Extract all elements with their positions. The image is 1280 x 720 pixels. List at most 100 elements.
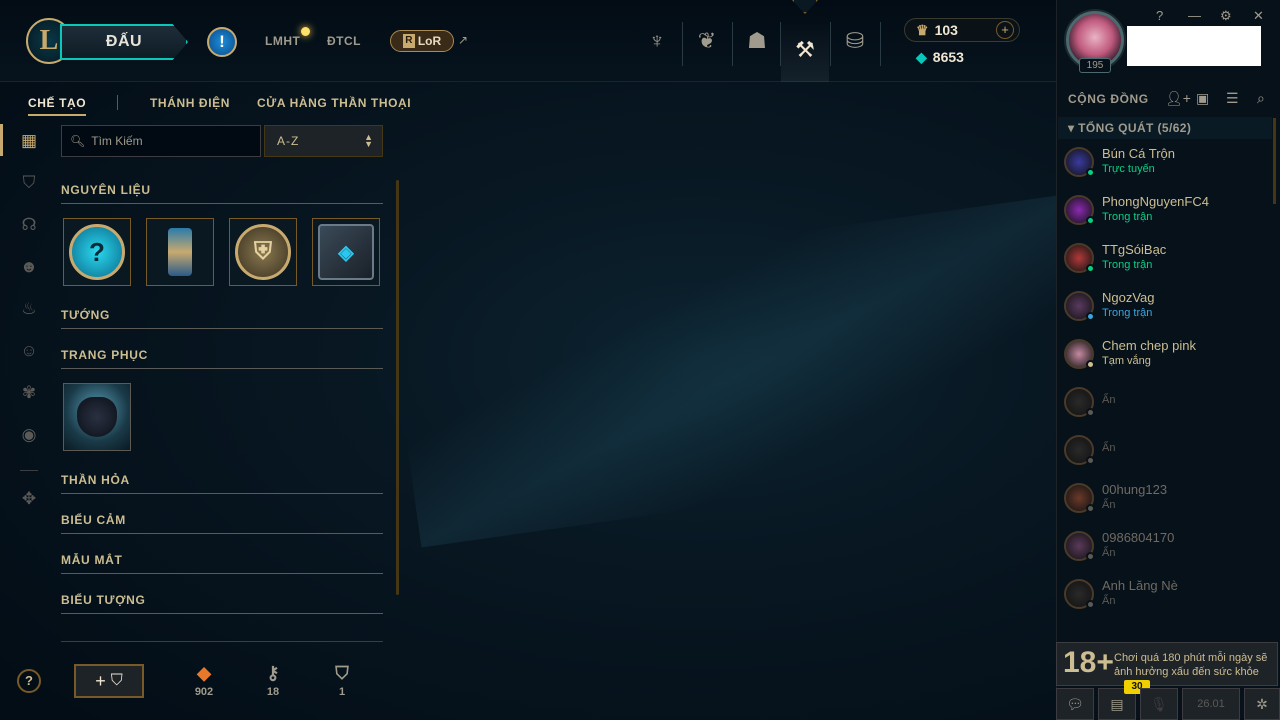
friend-row[interactable]: Anh Lăng Nè Ẩn [1060,576,1270,622]
key-fragment-tile[interactable] [146,218,214,286]
settings-gear-icon[interactable]: ⚙ [1220,8,1232,24]
section-skins: TRANG PHỤC [61,348,383,369]
skin-art-icon [77,397,117,437]
summoner-name-redacted [1127,26,1261,66]
help-icon[interactable]: ? [17,669,41,693]
ward-flame-icon[interactable]: ♨ [18,298,40,320]
sort-caret-icon: ▲ ▼ [364,132,374,149]
status-dot [1086,600,1095,609]
external-link-icon[interactable]: ↗ [458,33,468,47]
friend-row[interactable]: Ẩn [1060,432,1270,478]
section-wards: THẦN HỎA [61,473,383,494]
add-chest-button[interactable]: + ⛉ [74,664,144,698]
list-view-icon[interactable]: ☰ [1226,90,1239,107]
status-dot [1086,456,1095,465]
blue-essence-icon: ◆ [916,49,927,65]
friend-name: 00hung123 [1102,482,1168,497]
group-label: TỔNG QUÁT (5/62) [1078,121,1192,135]
chest-icon: ◈ [318,224,374,280]
friend-row[interactable]: NgozVag Trong trận [1060,288,1270,334]
help-window-icon[interactable]: ? [1156,8,1163,23]
tft-link[interactable]: ĐTCL [327,34,361,48]
rp-icon: ♛ [916,22,929,38]
friend-status: Ẩn [1102,394,1116,406]
inventory-divider [61,641,383,642]
notification-alert-icon[interactable]: ! [207,27,237,57]
friend-name: NgozVag [1102,290,1155,305]
orange-essence-value: 902 [194,686,214,698]
friend-list-scrollbar[interactable] [1273,118,1276,204]
mystery-item-tile[interactable]: ? [63,218,131,286]
tab-sanctum[interactable]: THÁNH ĐIỆN [150,96,230,110]
friend-row[interactable]: 0986804170 Ẩn [1060,528,1270,574]
friend-name: Anh Lăng Nè [1102,578,1178,593]
profile-icon[interactable]: ◉ [18,424,40,446]
chat-icon[interactable]: 💬︎ [1056,688,1094,720]
hextech-chest-tile[interactable]: ◈ [312,218,380,286]
trophy-icon[interactable]: ♆ [633,18,681,64]
close-icon[interactable]: ✕ [1253,8,1264,24]
rp-balance: ♛ 103 [916,22,958,39]
mystery-question-icon: ? [69,224,125,280]
sort-value: A-Z [277,134,300,148]
friend-status: Trong trận [1102,211,1153,223]
chest-icon[interactable]: ⛉ [18,172,40,194]
skin-shard-tile[interactable] [63,383,131,451]
chest-value: 1 [338,686,346,698]
friend-row[interactable]: Bún Cá Trộn Trực tuyến [1060,144,1270,190]
client-window: L ĐẤU ! LMHT ĐTCL R LoR ↗ ♆ ❦ ☗ ⚒ ⛁ ♛ 103 … [0,0,1280,720]
play-button[interactable]: ĐẤU [60,24,188,60]
rp-amount: 103 [934,22,958,38]
lor-button[interactable]: R LoR [390,30,454,52]
minimize-icon[interactable]: — [1188,8,1201,23]
chest-counter: ⛉ 1 [322,660,362,698]
inventory-scrollbar[interactable] [396,180,399,595]
chest-icon: ⛉ [110,672,123,689]
friend-group-header[interactable]: ▾ TỔNG QUÁT (5/62) [1058,117,1272,139]
be-balance: ◆ 8653 [916,49,964,66]
emote-face-icon[interactable]: ☺ [18,340,40,362]
section-materials: NGUYÊN LIỆU [61,183,383,204]
lor-label: LoR [417,34,442,48]
rail-divider [20,470,38,471]
subnav-divider [117,95,118,110]
friend-row[interactable]: TTgSóiBạc Trong trận [1060,240,1270,286]
bug-report-icon[interactable]: ✲ [1244,688,1280,720]
background-art [385,192,1115,548]
champion-capsule-tile[interactable]: ⛨ [229,218,297,286]
friend-status: Ẩn [1102,547,1116,559]
friend-status: Trong trận [1102,307,1153,319]
section-icons: BIỂU TƯỢNG [61,593,383,614]
loot-crafting-icon[interactable]: ⚒ [781,18,829,82]
skin-mask-icon[interactable]: ☻ [18,256,40,278]
tft-icon[interactable]: ☗ [733,18,781,64]
rail-active-indicator [0,124,3,156]
ranked-icon[interactable]: ❦ [683,18,731,64]
friend-row[interactable]: Chem chep pink Tạm vắng [1060,336,1270,382]
sort-dropdown[interactable]: A-Z ▲ ▼ [264,125,383,157]
key-value: 18 [266,686,280,698]
status-dot [1086,312,1095,321]
friend-row[interactable]: PhongNguyenFC4 Trong trận [1060,192,1270,238]
lmht-link[interactable]: LMHT [265,34,300,48]
search-icon[interactable]: ⌕ [1257,90,1265,107]
friend-row[interactable]: 00hung123 Ẩn [1060,480,1270,526]
add-folder-icon[interactable]: ▣ [1196,90,1209,107]
new-indicator-dot [301,27,310,36]
search-input[interactable]: 🔍︎ Tìm Kiếm [61,125,261,157]
tab-mythic-shop[interactable]: CỬA HÀNG THẦN THOẠI [257,96,411,110]
store-icon[interactable]: ⛁ [831,18,879,64]
eye-icon[interactable]: ✾ [18,382,40,404]
add-friend-icon[interactable]: 👤︎+ [1165,90,1191,107]
tft-item-icon[interactable]: ✥ [18,488,40,510]
buy-rp-button[interactable]: + [996,21,1014,39]
friend-status: Trong trận [1102,259,1153,271]
tab-crafting[interactable]: CHẾ TẠO [28,96,86,110]
friend-row[interactable]: Ẩn [1060,384,1270,430]
search-icon: 🔍︎ [70,134,86,148]
friend-name: Chem chep pink [1102,338,1196,353]
friend-name: PhongNguyenFC4 [1102,194,1209,209]
microphone-icon[interactable]: 🎙︎ [1140,688,1178,720]
all-items-grid-icon[interactable]: ▦ [18,130,40,152]
champion-helmet-icon[interactable]: ☊ [18,214,40,236]
